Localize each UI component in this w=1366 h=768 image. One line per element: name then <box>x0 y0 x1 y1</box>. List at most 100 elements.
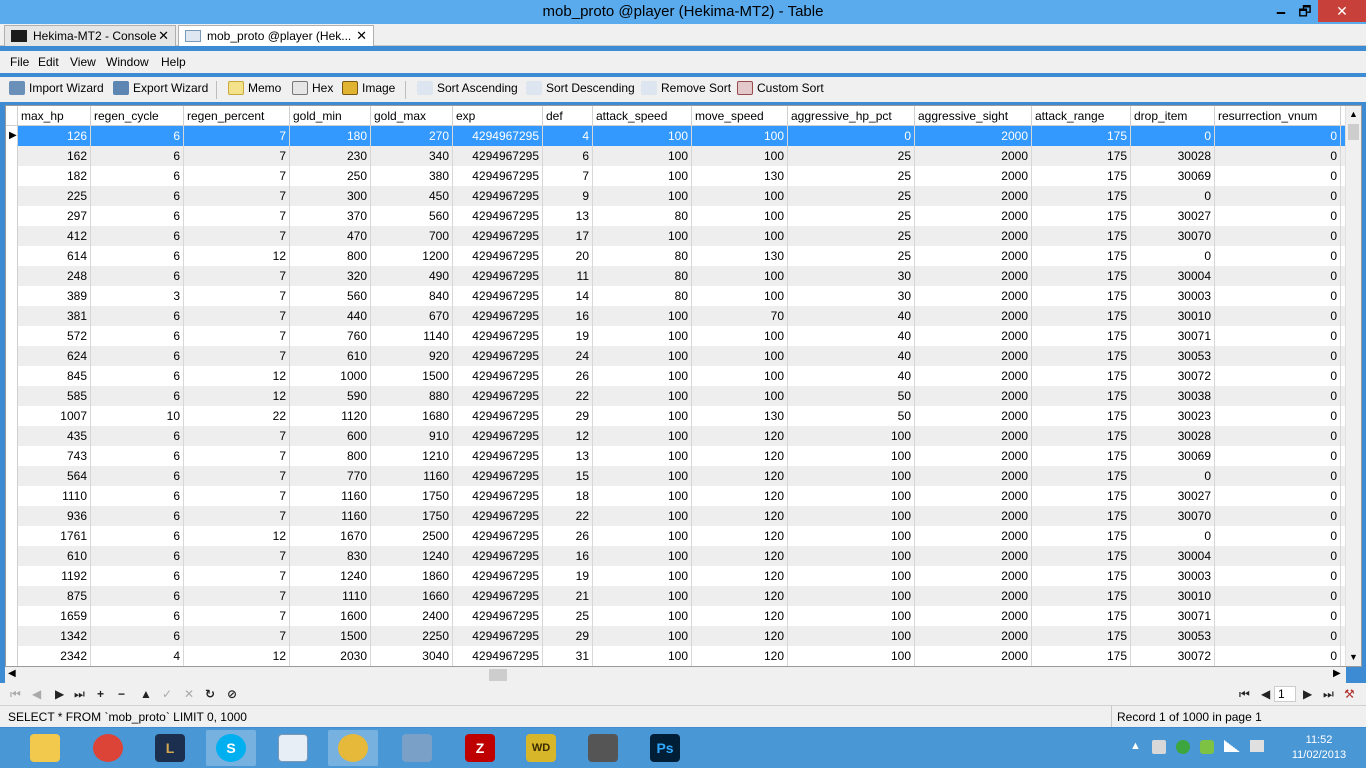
table-cell[interactable]: 1110 <box>18 486 91 506</box>
system-clock[interactable]: 11:52 11/02/2013 <box>1284 733 1354 763</box>
table-cell[interactable]: 100 <box>788 446 915 466</box>
scroll-left-icon[interactable]: ◀ <box>8 668 16 679</box>
table-cell[interactable]: 3 <box>91 286 184 306</box>
table-cell[interactable]: 6 <box>91 466 184 486</box>
table-cell[interactable]: 7 <box>184 306 290 326</box>
table-cell[interactable]: 0 <box>1131 466 1215 486</box>
table-cell[interactable]: 7 <box>184 426 290 446</box>
taskbar-navicat[interactable] <box>328 730 378 766</box>
table-cell[interactable]: 1659 <box>18 606 91 626</box>
tray-utorrent-icon[interactable] <box>1176 740 1190 754</box>
table-cell[interactable]: 2000 <box>915 346 1032 366</box>
row-indicator[interactable] <box>6 446 18 466</box>
table-cell[interactable]: 9 <box>543 186 593 206</box>
edit-record-icon[interactable]: ▲ <box>140 687 152 701</box>
table-cell[interactable]: 180 <box>290 126 371 146</box>
table-cell[interactable]: 100 <box>692 206 788 226</box>
table-cell[interactable]: 175 <box>1032 206 1131 226</box>
table-cell[interactable]: 0 <box>1215 206 1341 226</box>
table-row[interactable]: 248 6 7 320 490 4294967295 11 80 100 30 2000 175 300… <box>6 266 1346 286</box>
table-cell[interactable]: 248 <box>18 266 91 286</box>
table-cell[interactable]: 2000 <box>915 166 1032 186</box>
row-indicator[interactable] <box>6 186 18 206</box>
table-cell[interactable]: 175 <box>1032 506 1131 526</box>
row-indicator[interactable] <box>6 566 18 586</box>
table-cell[interactable]: 4294967295 <box>453 486 543 506</box>
table-cell[interactable]: 4294967295 <box>453 526 543 546</box>
table-cell[interactable]: 389 <box>18 286 91 306</box>
table-cell[interactable]: 1660 <box>371 586 453 606</box>
table-cell[interactable]: 30072 <box>1131 646 1215 666</box>
table-cell[interactable]: 12 <box>543 426 593 446</box>
table-cell[interactable]: 880 <box>371 386 453 406</box>
table-cell[interactable]: 6 <box>91 206 184 226</box>
table-cell[interactable]: 175 <box>1032 286 1131 306</box>
table-cell[interactable]: 120 <box>692 546 788 566</box>
table-cell[interactable]: 175 <box>1032 626 1131 646</box>
table-row[interactable]: 381 6 7 440 670 4294967295 16 100 70 40 2000 175 300… <box>6 306 1346 326</box>
table-cell[interactable]: 40 <box>788 366 915 386</box>
table-cell[interactable]: 175 <box>1032 466 1131 486</box>
table-cell[interactable]: 2000 <box>915 386 1032 406</box>
row-indicator[interactable]: ▶ <box>6 126 18 146</box>
table-cell[interactable]: 7 <box>184 166 290 186</box>
table-cell[interactable]: 30053 <box>1131 346 1215 366</box>
table-cell[interactable]: 0 <box>1215 546 1341 566</box>
table-cell[interactable]: 2000 <box>915 366 1032 386</box>
menu-view[interactable]: View <box>70 55 96 69</box>
table-cell[interactable]: 14 <box>543 286 593 306</box>
table-row[interactable]: 614 6 12 800 1200 4294967295 20 80 130 25 2000 175 0… <box>6 246 1346 266</box>
table-cell[interactable]: 4294967295 <box>453 646 543 666</box>
table-cell[interactable]: 4294967295 <box>453 266 543 286</box>
table-cell[interactable]: 0 <box>1215 446 1341 466</box>
table-cell[interactable]: 6 <box>91 526 184 546</box>
table-cell[interactable]: 6 <box>91 306 184 326</box>
table-cell[interactable]: 30070 <box>1131 226 1215 246</box>
taskbar-filezilla[interactable]: Z <box>455 730 505 766</box>
table-cell[interactable]: 2000 <box>915 146 1032 166</box>
table-cell[interactable]: 175 <box>1032 326 1131 346</box>
table-cell[interactable]: 120 <box>692 426 788 446</box>
table-cell[interactable]: 1160 <box>290 506 371 526</box>
table-cell[interactable]: 2000 <box>915 186 1032 206</box>
table-cell[interactable]: 175 <box>1032 186 1131 206</box>
table-cell[interactable]: 0 <box>1131 526 1215 546</box>
table-cell[interactable]: 0 <box>1215 386 1341 406</box>
table-cell[interactable]: 4294967295 <box>453 466 543 486</box>
table-cell[interactable]: 25 <box>788 206 915 226</box>
table-cell[interactable]: 2000 <box>915 626 1032 646</box>
column-header-resurrection-vnum[interactable]: resurrection_vnum <box>1215 106 1341 126</box>
taskbar-remote[interactable] <box>392 730 442 766</box>
table-cell[interactable]: 100 <box>692 386 788 406</box>
row-indicator[interactable] <box>6 586 18 606</box>
table-cell[interactable]: 100 <box>692 346 788 366</box>
table-cell[interactable]: 7 <box>184 486 290 506</box>
table-cell[interactable]: 100 <box>788 466 915 486</box>
table-row[interactable]: 435 6 7 600 910 4294967295 12 100 120 100 2000 175 3… <box>6 426 1346 446</box>
table-cell[interactable]: 0 <box>1215 406 1341 426</box>
table-cell[interactable]: 2000 <box>915 486 1032 506</box>
table-cell[interactable]: 30027 <box>1131 206 1215 226</box>
table-cell[interactable]: 0 <box>1215 146 1341 166</box>
table-cell[interactable]: 100 <box>692 286 788 306</box>
column-header-move-speed[interactable]: move_speed <box>692 106 788 126</box>
table-row[interactable]: 564 6 7 770 1160 4294967295 15 100 120 100 2000 175… <box>6 466 1346 486</box>
table-cell[interactable]: 1342 <box>18 626 91 646</box>
table-cell[interactable]: 380 <box>371 166 453 186</box>
table-row[interactable]: 610 6 7 830 1240 4294967295 16 100 120 100 2000 175… <box>6 546 1346 566</box>
remove-sort-button[interactable]: Remove Sort <box>641 81 731 99</box>
taskbar-window[interactable] <box>268 730 318 766</box>
table-cell[interactable]: 1240 <box>371 546 453 566</box>
table-cell[interactable]: 4294967295 <box>453 566 543 586</box>
table-cell[interactable]: 1500 <box>371 366 453 386</box>
table-cell[interactable]: 175 <box>1032 166 1131 186</box>
close-tab-icon[interactable]: ✕ <box>158 28 169 44</box>
table-row[interactable]: 936 6 7 1160 1750 4294967295 22 100 120 100 2000 17… <box>6 506 1346 526</box>
table-cell[interactable]: 120 <box>692 486 788 506</box>
table-cell[interactable]: 30010 <box>1131 306 1215 326</box>
table-cell[interactable]: 22 <box>184 406 290 426</box>
row-indicator[interactable] <box>6 606 18 626</box>
table-cell[interactable]: 4 <box>91 646 184 666</box>
table-cell[interactable]: 4294967295 <box>453 286 543 306</box>
row-indicator[interactable] <box>6 526 18 546</box>
